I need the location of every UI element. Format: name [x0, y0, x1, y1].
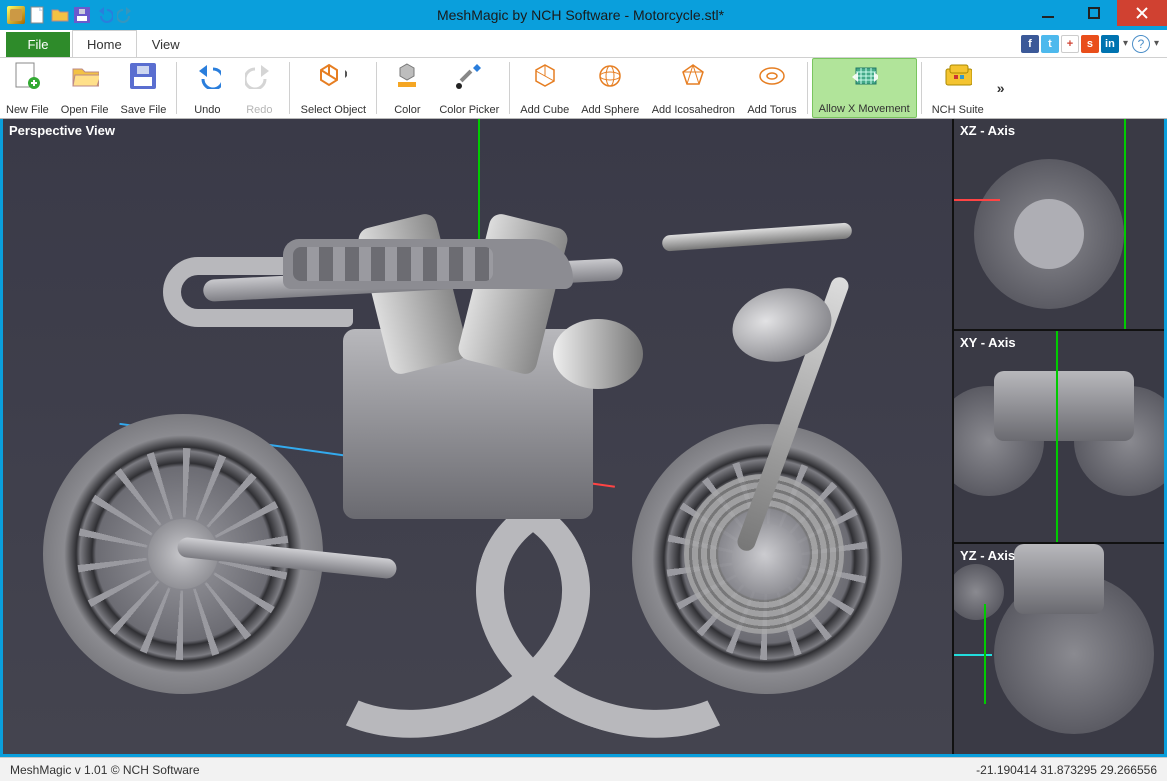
save-file-button[interactable]: Save File: [115, 58, 173, 118]
separator: [289, 62, 290, 114]
nch-suite-icon: [944, 62, 972, 90]
allow-x-icon: [850, 63, 878, 91]
color-button[interactable]: Color: [381, 58, 433, 118]
maximize-button[interactable]: [1071, 0, 1117, 26]
help-icon[interactable]: ?: [1132, 35, 1150, 53]
model-motorcycle[interactable]: [43, 179, 922, 694]
viewport-label: YZ - Axis: [960, 548, 1015, 563]
share-icons: f t + s in ▾ ? ▾: [1021, 30, 1167, 57]
qat-redo-icon[interactable]: [116, 5, 136, 25]
qat-new-icon[interactable]: [28, 5, 48, 25]
allow-x-movement-button[interactable]: Allow X Movement: [812, 58, 917, 118]
new-file-icon: [13, 62, 41, 90]
nch-suite-button[interactable]: NCH Suite: [926, 58, 990, 118]
linkedin-icon[interactable]: in: [1101, 35, 1119, 53]
separator: [921, 62, 922, 114]
status-bar: MeshMagic v 1.01 © NCH Software -21.1904…: [0, 757, 1167, 781]
app-icon[interactable]: [6, 5, 26, 25]
qat-undo-icon[interactable]: [94, 5, 114, 25]
cursor-coordinates: -21.190414 31.873295 29.266556: [976, 763, 1157, 777]
title-bar: MeshMagic by NCH Software - Motorcycle.s…: [0, 0, 1167, 30]
ribbon-overflow-button[interactable]: »: [990, 58, 1012, 118]
help-dropdown-icon[interactable]: ▾: [1152, 38, 1161, 49]
select-object-icon: [319, 62, 347, 90]
viewport-label: Perspective View: [9, 123, 115, 138]
ribbon-tab-strip: File Home View f t + s in ▾ ? ▾: [0, 30, 1167, 58]
separator: [376, 62, 377, 114]
tab-home[interactable]: Home: [72, 30, 137, 57]
redo-icon: [245, 62, 273, 90]
viewport-label: XZ - Axis: [960, 123, 1015, 138]
twitter-icon[interactable]: t: [1041, 35, 1059, 53]
seat: [283, 239, 573, 289]
xz-viewport[interactable]: XZ - Axis: [954, 119, 1164, 331]
sphere-icon: [596, 62, 624, 90]
ribbon-toolbar: New File Open File Save File Undo Redo S…: [0, 58, 1167, 119]
select-object-button[interactable]: Select Object: [294, 58, 372, 118]
facebook-icon[interactable]: f: [1021, 35, 1039, 53]
air-intake: [553, 319, 643, 389]
workspace: Perspective View XZ - Axis: [0, 119, 1167, 757]
add-torus-button[interactable]: Add Torus: [741, 58, 802, 118]
tab-view[interactable]: View: [137, 30, 195, 57]
qat-save-icon[interactable]: [72, 5, 92, 25]
share-dropdown-icon[interactable]: ▾: [1121, 38, 1130, 49]
add-icosahedron-button[interactable]: Add Icosahedron: [645, 58, 741, 118]
save-file-icon: [129, 62, 157, 90]
stumbleupon-icon[interactable]: s: [1081, 35, 1099, 53]
separator: [807, 62, 808, 114]
yz-viewport[interactable]: YZ - Axis: [954, 544, 1164, 754]
perspective-viewport[interactable]: Perspective View: [3, 119, 954, 754]
side-viewports: XZ - Axis XY - Axis YZ - Axis: [954, 119, 1164, 754]
undo-icon: [193, 62, 221, 90]
close-button[interactable]: [1117, 0, 1167, 26]
minimize-button[interactable]: [1025, 0, 1071, 26]
qat-open-icon[interactable]: [50, 5, 70, 25]
add-cube-button[interactable]: Add Cube: [514, 58, 575, 118]
undo-button[interactable]: Undo: [181, 58, 233, 118]
open-file-button[interactable]: Open File: [55, 58, 115, 118]
window-title: MeshMagic by NCH Software - Motorcycle.s…: [136, 7, 1025, 23]
color-icon: [393, 62, 421, 90]
file-tab[interactable]: File: [6, 32, 70, 57]
google-plus-icon[interactable]: +: [1061, 35, 1079, 53]
quick-access-toolbar: [0, 5, 136, 25]
viewport-label: XY - Axis: [960, 335, 1016, 350]
add-sphere-button[interactable]: Add Sphere: [575, 58, 645, 118]
redo-button[interactable]: Redo: [233, 58, 285, 118]
color-picker-button[interactable]: Color Picker: [433, 58, 505, 118]
cube-icon: [531, 62, 559, 90]
icosahedron-icon: [679, 62, 707, 90]
color-picker-icon: [455, 62, 483, 90]
separator: [509, 62, 510, 114]
separator: [176, 62, 177, 114]
version-text: MeshMagic v 1.01 © NCH Software: [10, 763, 200, 777]
open-file-icon: [71, 62, 99, 90]
new-file-button[interactable]: New File: [0, 58, 55, 118]
window-controls: [1025, 0, 1167, 30]
handlebar: [662, 222, 853, 251]
torus-icon: [758, 62, 786, 90]
xy-viewport[interactable]: XY - Axis: [954, 331, 1164, 543]
